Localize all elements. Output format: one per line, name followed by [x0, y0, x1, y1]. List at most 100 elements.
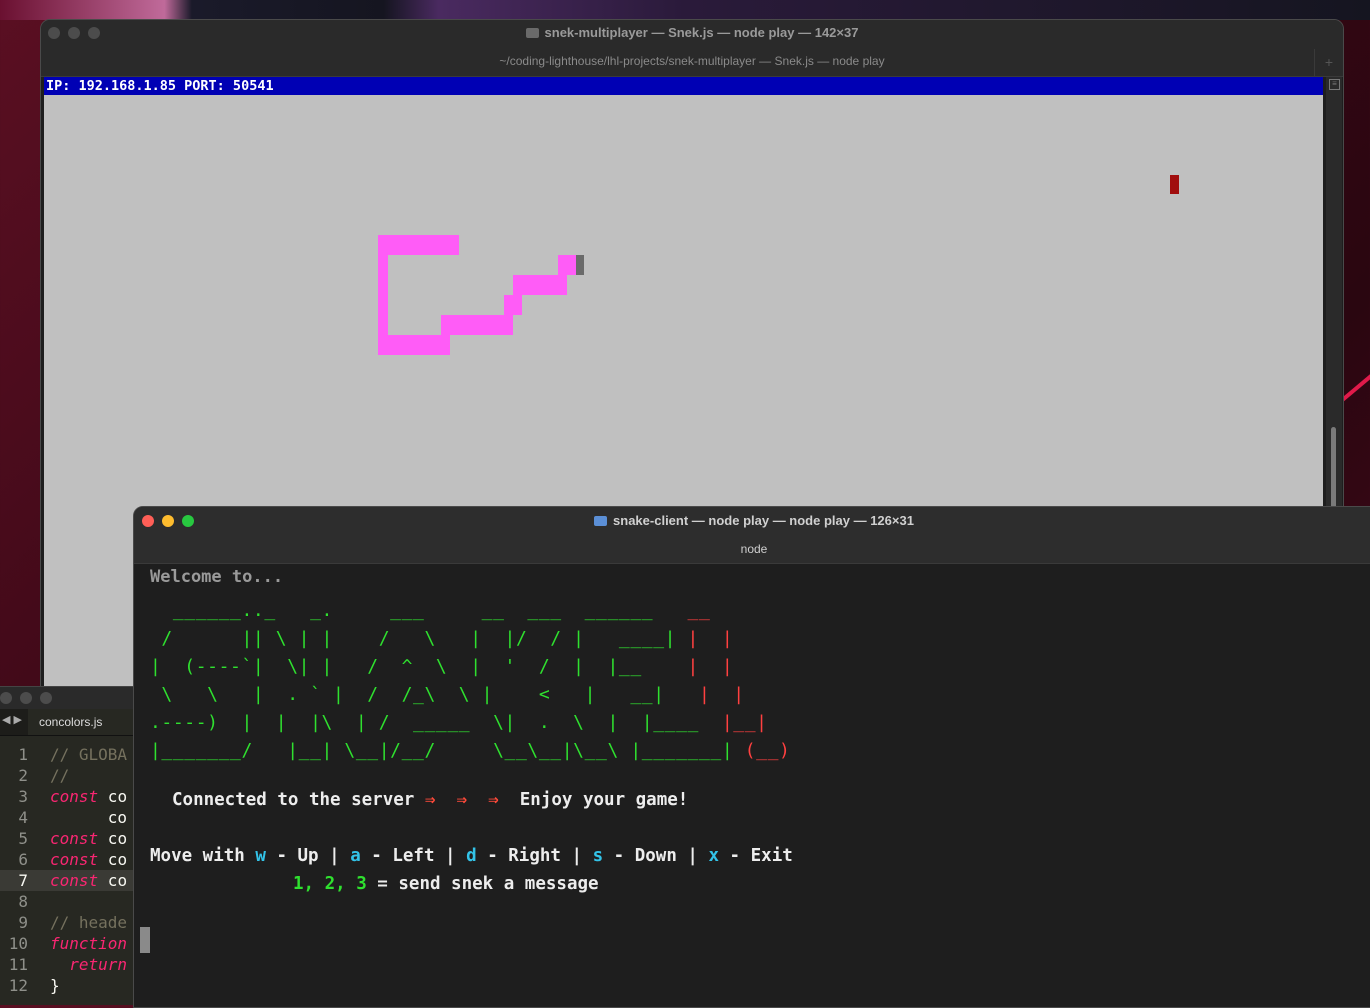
control-key: s: [592, 846, 604, 866]
code-line[interactable]: 7 const co: [0, 870, 134, 891]
minimize-button[interactable]: [20, 692, 32, 704]
line-text: co: [50, 807, 127, 828]
snake-head: [576, 255, 584, 275]
code-token: co: [50, 808, 128, 827]
code-line[interactable]: 3 const co: [0, 786, 134, 807]
banner-bang-line: | |: [687, 656, 734, 677]
line-text: const co: [50, 849, 127, 870]
control-key: w: [255, 846, 266, 866]
message-text: = send snek a message: [366, 874, 599, 894]
window-subtitle: ~/coding-lighthouse/lhl-projects/snek-mu…: [499, 54, 885, 68]
snake-ascii-banner: ______.._ _. ___ __ ___ ______ __ / || \…: [150, 597, 790, 765]
line-number: 1: [18, 745, 28, 764]
code-token: co: [98, 850, 128, 869]
message-help: 1, 2, 3 = send snek a message: [293, 874, 599, 894]
window-title-text: snek-multiplayer — Snek.js — node play —…: [544, 25, 859, 40]
code-line[interactable]: 4 co: [0, 807, 134, 828]
window-controls: [0, 692, 52, 704]
window-title: snek-multiplayer — Snek.js — node play —…: [41, 25, 1343, 40]
controls-help: Move with w - Up | a - Left | d - Right …: [150, 846, 793, 866]
code-token: }: [50, 976, 60, 995]
code-line[interactable]: 2 //: [0, 765, 134, 786]
zoom-button[interactable]: [40, 692, 52, 704]
code-token: const: [50, 850, 99, 869]
code-token: co: [98, 829, 128, 848]
food-pellet: [1170, 175, 1179, 194]
code-line[interactable]: 5 const co: [0, 828, 134, 849]
snake-segment: [513, 275, 567, 295]
code-line[interactable]: 6 const co: [0, 849, 134, 870]
editor-title-bar[interactable]: [0, 687, 134, 709]
control-label: - Right |: [476, 846, 593, 866]
line-number: 12: [8, 976, 28, 995]
tab-nav-arrows-icon[interactable]: ◀ ▶: [2, 713, 22, 726]
code-token: // GLOBA: [50, 745, 128, 764]
snake-segment: [378, 335, 450, 355]
folder-icon: [594, 516, 608, 526]
banner-snake-line: .----) | | |\ | / _____ \| . \ | |____: [150, 712, 711, 733]
code-line[interactable]: 9 // heade: [0, 912, 134, 933]
code-line[interactable]: 10 function: [0, 933, 134, 954]
code-token: function: [50, 934, 128, 953]
line-number: 7: [18, 871, 28, 890]
banner-bang-line: | |: [698, 684, 745, 705]
line-text: const co: [50, 870, 127, 891]
snake-segment: [441, 315, 513, 335]
close-button[interactable]: [0, 692, 12, 704]
arrow-icon: ⇒: [424, 790, 436, 810]
line-number: 6: [18, 850, 28, 869]
code-area[interactable]: 1// GLOBA 2//3 const co 4 co 5 const co 6 const…: [0, 744, 134, 996]
banner-bang-line: __: [676, 600, 722, 621]
arrow-icon: ⇒: [488, 790, 499, 810]
control-key: d: [466, 846, 477, 866]
line-number: 3: [18, 787, 28, 806]
banner-snake-line: \ \ | . ` | / /_\ \ | < | __|: [150, 684, 688, 705]
arrow-icon: ⇒: [456, 790, 468, 810]
code-editor-window[interactable]: ◀ ▶ concolors.js 1// GLOBA 2//3 const co 4 …: [0, 686, 134, 1005]
new-tab-button[interactable]: +: [1314, 49, 1343, 76]
banner-snake-line: ______.._ _. ___ __ ___ ______: [150, 600, 665, 621]
snake-segment: [558, 255, 576, 275]
snake-segment: [378, 235, 459, 255]
line-text: const co: [50, 786, 127, 807]
line-text: // GLOBA: [50, 744, 127, 765]
line-number: 5: [18, 829, 28, 848]
control-label: - Down |: [603, 846, 709, 866]
code-line[interactable]: 11 return: [0, 954, 134, 975]
line-text: // heade: [50, 912, 127, 933]
code-token: // heade: [50, 913, 128, 932]
scroll-menu-icon[interactable]: ≡: [1329, 79, 1340, 90]
code-token: return: [50, 955, 128, 974]
code-line[interactable]: 12}: [0, 975, 134, 996]
code-token: co: [98, 871, 128, 890]
title-bar[interactable]: snake-client — node play — node play — 1…: [134, 507, 1370, 564]
line-number: 8: [18, 892, 28, 911]
line-text: function: [50, 933, 127, 954]
window-title: snake-client — node play — node play — 1…: [134, 513, 1370, 528]
tab-concolors[interactable]: concolors.js: [28, 709, 134, 735]
code-token: co: [98, 787, 128, 806]
welcome-text: Welcome to...: [150, 567, 284, 587]
control-key: x: [708, 846, 720, 866]
line-text: return: [50, 954, 127, 975]
banner-bang-line: | |: [687, 628, 734, 649]
line-text: //: [50, 765, 69, 786]
code-line[interactable]: 8: [0, 891, 134, 912]
window-title-text: snake-client — node play — node play — 1…: [613, 513, 914, 528]
code-token: //: [50, 766, 70, 785]
control-key: a: [350, 846, 361, 866]
snake: [378, 235, 584, 355]
terminal-cursor[interactable]: [140, 927, 150, 953]
client-terminal-window[interactable]: snake-client — node play — node play — 1…: [133, 506, 1370, 1008]
code-token: const: [50, 871, 99, 890]
connection-message: Connected to the server ⇒ ⇒ ⇒ Enjoy your…: [172, 790, 688, 810]
line-number: 11: [8, 955, 28, 974]
editor-tab-bar: ◀ ▶ concolors.js: [0, 709, 134, 736]
connected-prefix: Connected to the server: [172, 790, 425, 810]
code-line[interactable]: 1 // GLOBA: [0, 744, 134, 765]
banner-bang-line: |__|: [721, 712, 768, 733]
line-number: 9: [18, 913, 28, 932]
control-label: - Up |: [265, 846, 351, 866]
title-bar[interactable]: snek-multiplayer — Snek.js — node play —…: [41, 20, 1343, 77]
desktop-wallpaper: [0, 0, 1370, 20]
